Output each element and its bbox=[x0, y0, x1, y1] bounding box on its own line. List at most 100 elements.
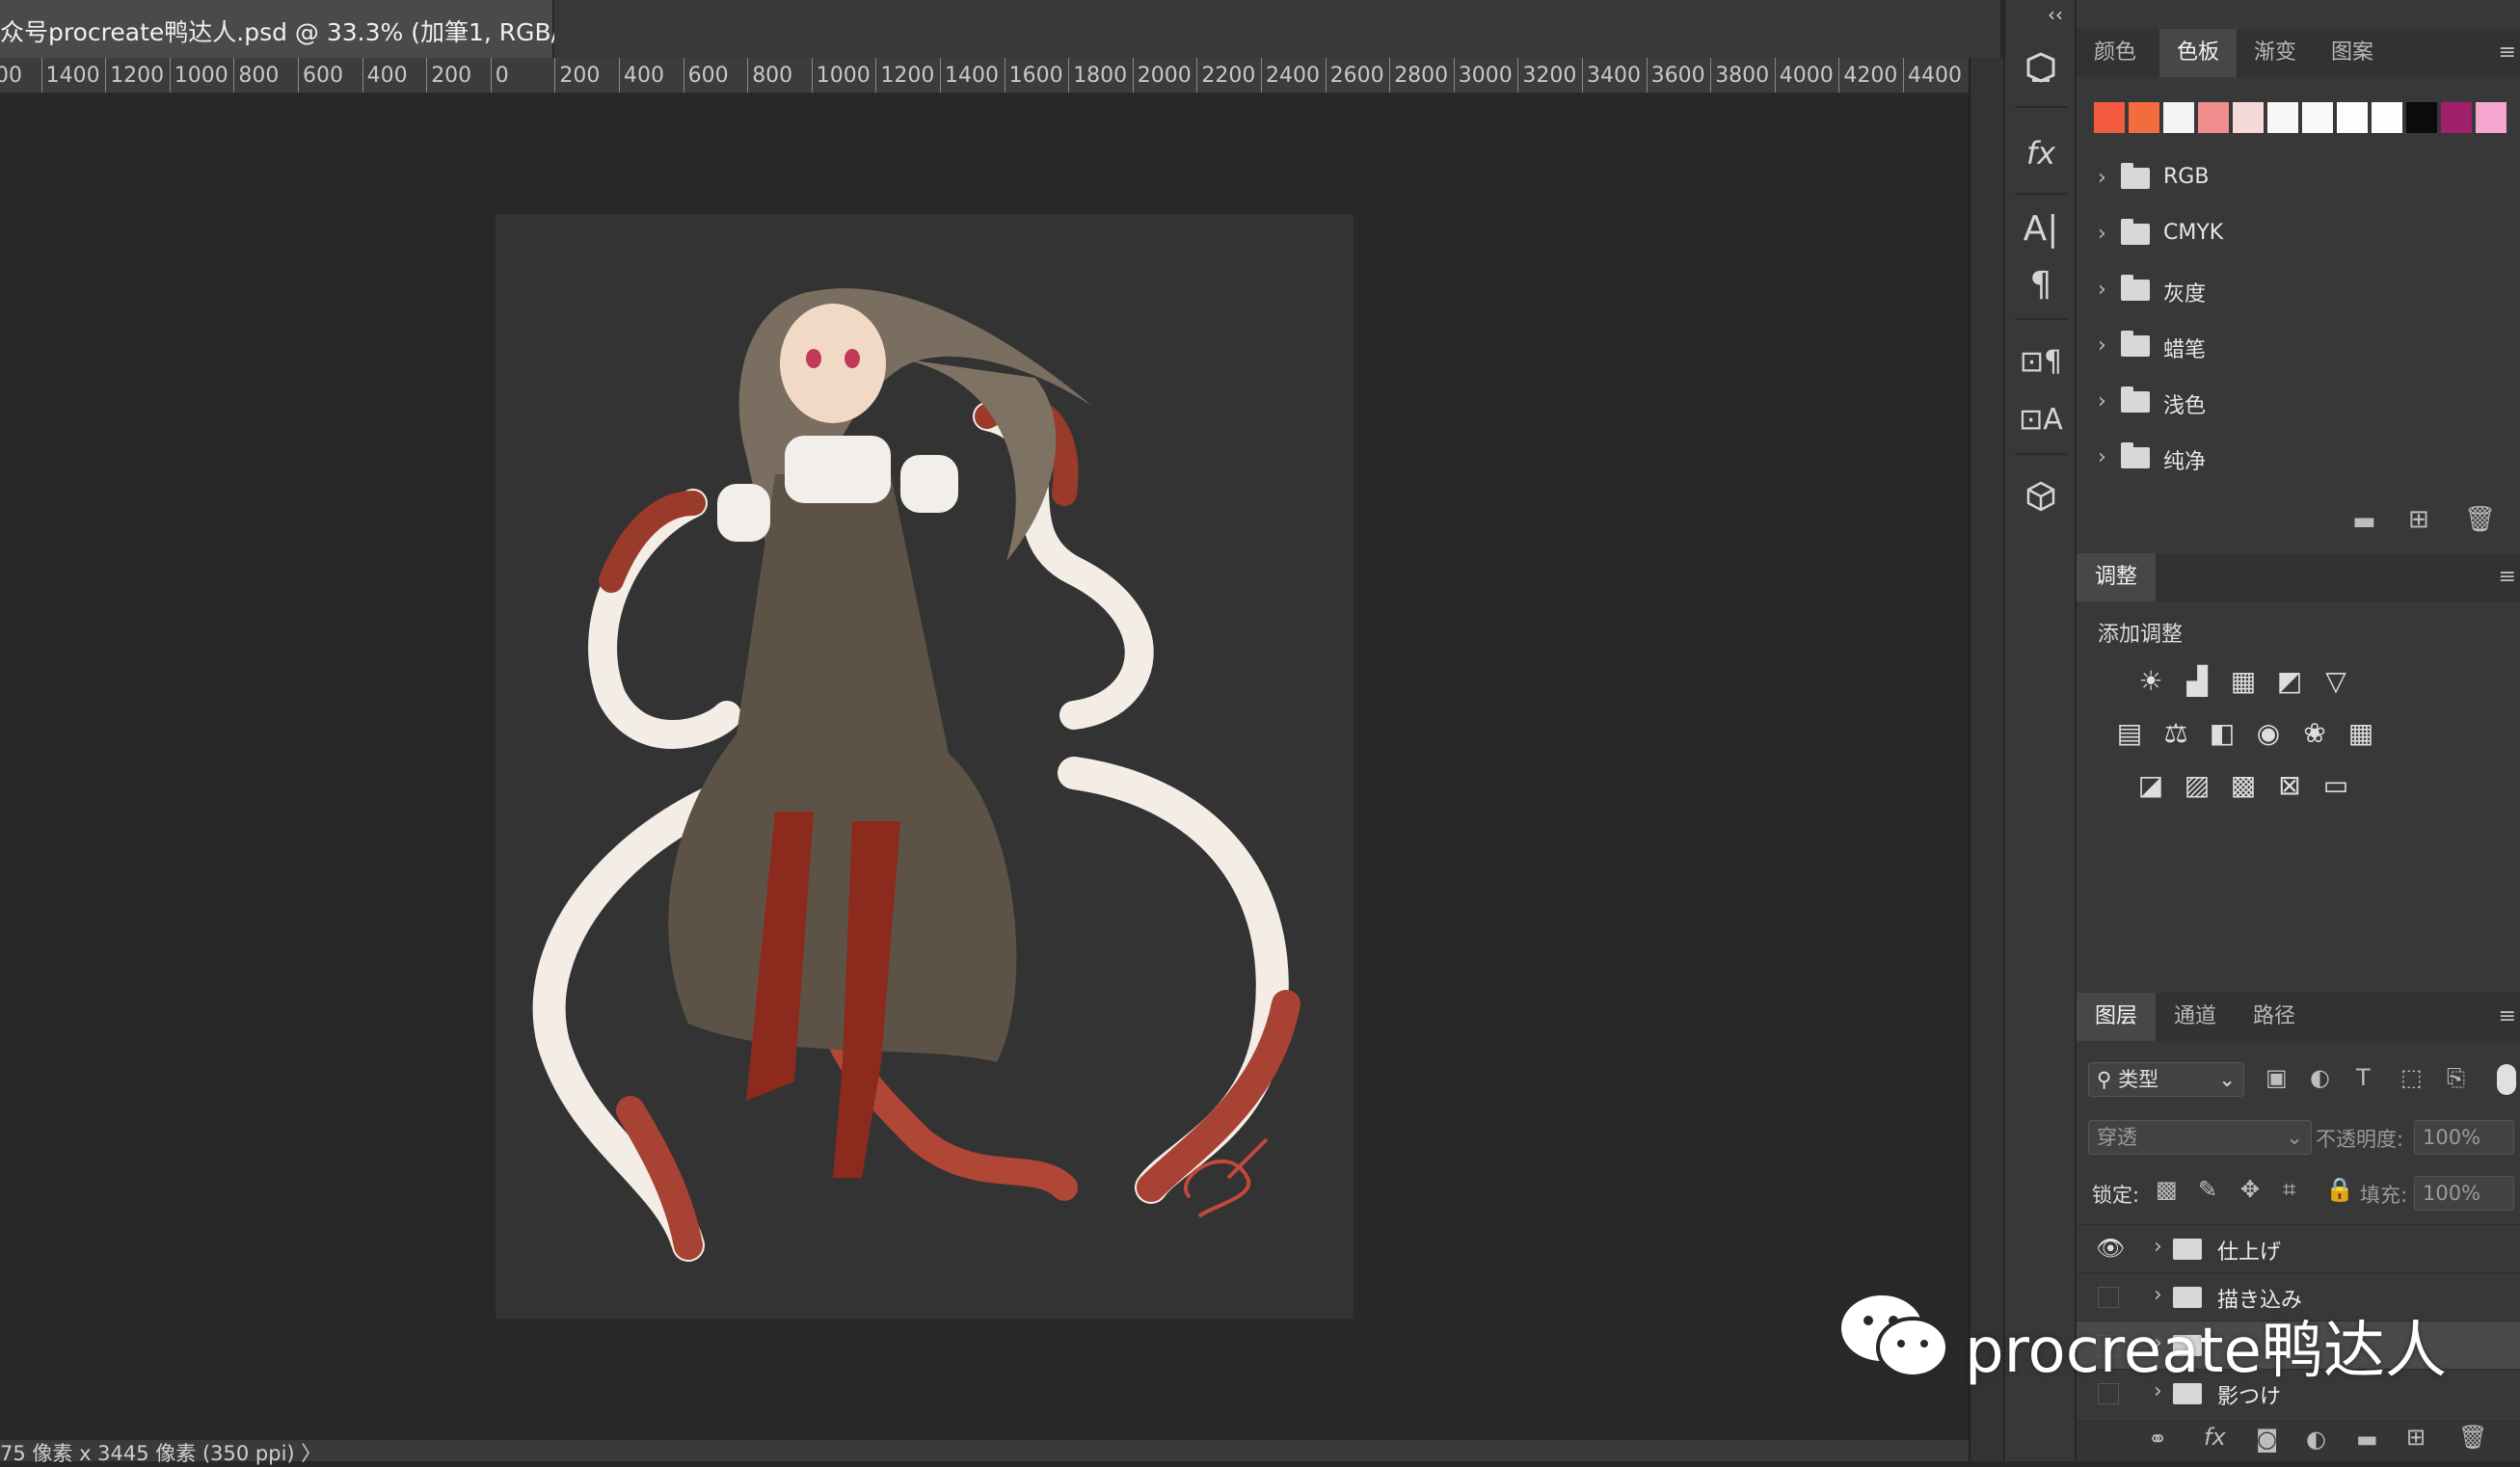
color-swatch[interactable] bbox=[2233, 102, 2264, 133]
invert-icon[interactable]: ◪ bbox=[2134, 769, 2167, 802]
new-group-icon[interactable]: ▬ bbox=[2352, 507, 2376, 536]
document-tab[interactable]: 众号procreate鸭达人.psd @ 33.3% (加筆1, RGB/8) bbox=[0, 0, 584, 58]
chevron-right-icon[interactable]: › bbox=[2098, 166, 2106, 190]
color-swatch[interactable] bbox=[2476, 102, 2507, 133]
ruler-tick: 1200 bbox=[875, 58, 934, 93]
mask-icon[interactable]: ◙ bbox=[2256, 1426, 2278, 1453]
new-swatch-icon[interactable]: ⊞ bbox=[2408, 505, 2429, 534]
color-swatch[interactable] bbox=[2163, 102, 2194, 133]
ruler-tick: 2400 bbox=[1261, 58, 1320, 93]
lock-position-icon[interactable]: ✥ bbox=[2240, 1176, 2260, 1203]
gradient-map-icon[interactable]: ▭ bbox=[2319, 769, 2352, 802]
swatch-folder-grayscale[interactable]: › 灰度 bbox=[2077, 264, 2501, 318]
blend-mode-select[interactable]: 穿透 ⌄ bbox=[2088, 1120, 2312, 1155]
ruler-tick: 200 bbox=[554, 58, 600, 93]
artboard[interactable] bbox=[496, 214, 1354, 1319]
opacity-field[interactable]: 100% bbox=[2414, 1120, 2514, 1155]
color-swatch[interactable] bbox=[2406, 102, 2437, 133]
chevron-right-icon[interactable]: › bbox=[2098, 389, 2106, 413]
folder-icon bbox=[2121, 442, 2150, 468]
filter-type-icon[interactable]: T bbox=[2356, 1064, 2371, 1091]
photo-filter-icon[interactable]: ◉ bbox=[2252, 717, 2285, 750]
hue-sat-icon[interactable]: ▤ bbox=[2113, 717, 2146, 750]
fx-icon[interactable]: fx bbox=[2204, 1424, 2226, 1451]
tab-swatches[interactable]: 色板 bbox=[2159, 29, 2237, 77]
threshold-icon[interactable]: ▩ bbox=[2227, 769, 2260, 802]
vibrance-icon[interactable]: ▽ bbox=[2319, 665, 2352, 698]
swatch-folder-rgb[interactable]: › RGB bbox=[2077, 152, 2501, 206]
color-lookup-icon[interactable]: ▦ bbox=[2345, 717, 2377, 750]
swatch-folder-cmyk[interactable]: › CMYK bbox=[2077, 208, 2501, 262]
new-layer-icon[interactable]: ⊞ bbox=[2406, 1424, 2426, 1451]
levels-icon[interactable]: ▟ bbox=[2181, 665, 2213, 698]
delete-icon[interactable]: 🗑 bbox=[2458, 1424, 2487, 1451]
eye-icon[interactable]: 👁 bbox=[2096, 1235, 2125, 1264]
delete-icon[interactable]: 🗑 bbox=[2464, 505, 2496, 534]
panel-menu-icon[interactable]: ≡ bbox=[2499, 565, 2516, 589]
ruler-tick: 3800 bbox=[1710, 58, 1769, 93]
lock-transparent-icon[interactable]: ▩ bbox=[2156, 1176, 2178, 1203]
lock-artboard-icon[interactable]: ⌗ bbox=[2283, 1176, 2296, 1203]
color-swatch[interactable] bbox=[2337, 102, 2368, 133]
horizontal-ruler[interactable]: 6001400120010008006004002000200400600800… bbox=[0, 58, 1969, 94]
libraries-icon[interactable] bbox=[2017, 44, 2065, 93]
color-swatch[interactable] bbox=[2267, 102, 2298, 133]
3d-cube-icon[interactable] bbox=[2017, 472, 2065, 520]
chevron-right-icon[interactable]: › bbox=[2098, 278, 2106, 302]
swatch-folder-light[interactable]: › 浅色 bbox=[2077, 376, 2501, 430]
chevron-right-icon[interactable]: › bbox=[2098, 222, 2106, 246]
tab-channels[interactable]: 通道 bbox=[2156, 993, 2235, 1041]
document-tab-title: 众号procreate鸭达人.psd @ 33.3% (加筆1, RGB/8) bbox=[0, 18, 584, 46]
filter-pixel-icon[interactable]: ▣ bbox=[2265, 1064, 2288, 1091]
posterize-icon[interactable]: ▨ bbox=[2181, 769, 2213, 802]
chevron-right-icon[interactable]: › bbox=[2098, 445, 2106, 469]
color-swatch[interactable] bbox=[2198, 102, 2229, 133]
filter-adjustment-icon[interactable]: ◐ bbox=[2310, 1064, 2330, 1091]
exposure-icon[interactable]: ◩ bbox=[2273, 665, 2306, 698]
new-group-icon[interactable]: ▬ bbox=[2356, 1426, 2378, 1453]
black-white-icon[interactable]: ◧ bbox=[2206, 717, 2239, 750]
swatch-folder-pastel[interactable]: › 蜡笔 bbox=[2077, 320, 2501, 374]
canvas-area[interactable] bbox=[0, 94, 1969, 1440]
fill-field[interactable]: 100% bbox=[2414, 1176, 2514, 1211]
character-style-icon[interactable]: ⊡A bbox=[2017, 395, 2065, 443]
panel-menu-icon[interactable]: ≡ bbox=[2499, 40, 2516, 65]
document-size[interactable]: 75 像素 x 3445 像素 (350 ppi) 〉 bbox=[0, 1438, 321, 1467]
fx-icon[interactable]: fx bbox=[2017, 129, 2065, 177]
filter-smart-object-icon[interactable]: ⎘ bbox=[2447, 1064, 2465, 1091]
tab-gradients[interactable]: 渐变 bbox=[2237, 29, 2314, 77]
channel-mixer-icon[interactable]: ❀ bbox=[2298, 717, 2331, 750]
filter-shape-icon[interactable]: ⬚ bbox=[2400, 1064, 2423, 1091]
panel-menu-icon[interactable]: ≡ bbox=[2499, 1004, 2516, 1028]
color-swatch[interactable] bbox=[2441, 102, 2472, 133]
color-swatch[interactable] bbox=[2372, 102, 2402, 133]
link-icon[interactable]: ⚭ bbox=[2148, 1426, 2167, 1453]
swatch-folder-pure[interactable]: › 纯净 bbox=[2077, 432, 2501, 486]
color-swatch[interactable] bbox=[2129, 102, 2159, 133]
color-balance-icon[interactable]: ⚖ bbox=[2159, 717, 2192, 750]
color-swatch[interactable] bbox=[2094, 102, 2125, 133]
lock-image-icon[interactable]: ✎ bbox=[2198, 1176, 2217, 1203]
tab-layers[interactable]: 图层 bbox=[2077, 993, 2156, 1041]
chevron-right-icon[interactable]: › bbox=[2098, 333, 2106, 358]
character-icon[interactable]: A| bbox=[2017, 204, 2065, 253]
layer-row[interactable]: 👁 › 仕上げ bbox=[2077, 1224, 2520, 1272]
chevron-right-icon[interactable]: › bbox=[2154, 1235, 2162, 1259]
paragraph-icon[interactable]: ¶ bbox=[2017, 260, 2065, 308]
collapse-icon[interactable]: ‹‹ bbox=[2044, 0, 2067, 29]
tab-adjustments[interactable]: 调整 bbox=[2077, 553, 2156, 601]
tab-color[interactable]: 颜色 bbox=[2077, 29, 2154, 77]
color-swatch[interactable] bbox=[2302, 102, 2333, 133]
tab-patterns[interactable]: 图案 bbox=[2314, 29, 2391, 77]
lock-all-icon[interactable]: 🔒 bbox=[2325, 1176, 2354, 1203]
layer-filter-select[interactable]: ⚲ 类型 ⌄ bbox=[2088, 1062, 2244, 1097]
paragraph-style-icon[interactable]: ⊡¶ bbox=[2017, 337, 2065, 386]
selective-color-icon[interactable]: ⊠ bbox=[2273, 769, 2306, 802]
vertical-scrollbar[interactable] bbox=[1969, 58, 2003, 1461]
adjustment-layer-icon[interactable]: ◐ bbox=[2306, 1426, 2326, 1453]
tab-paths[interactable]: 路径 bbox=[2235, 993, 2314, 1041]
curves-icon[interactable]: ▦ bbox=[2227, 665, 2260, 698]
ruler-tick: 400 bbox=[619, 58, 664, 93]
filter-toggle[interactable] bbox=[2497, 1064, 2516, 1095]
brightness-icon[interactable]: ☀ bbox=[2134, 665, 2167, 698]
